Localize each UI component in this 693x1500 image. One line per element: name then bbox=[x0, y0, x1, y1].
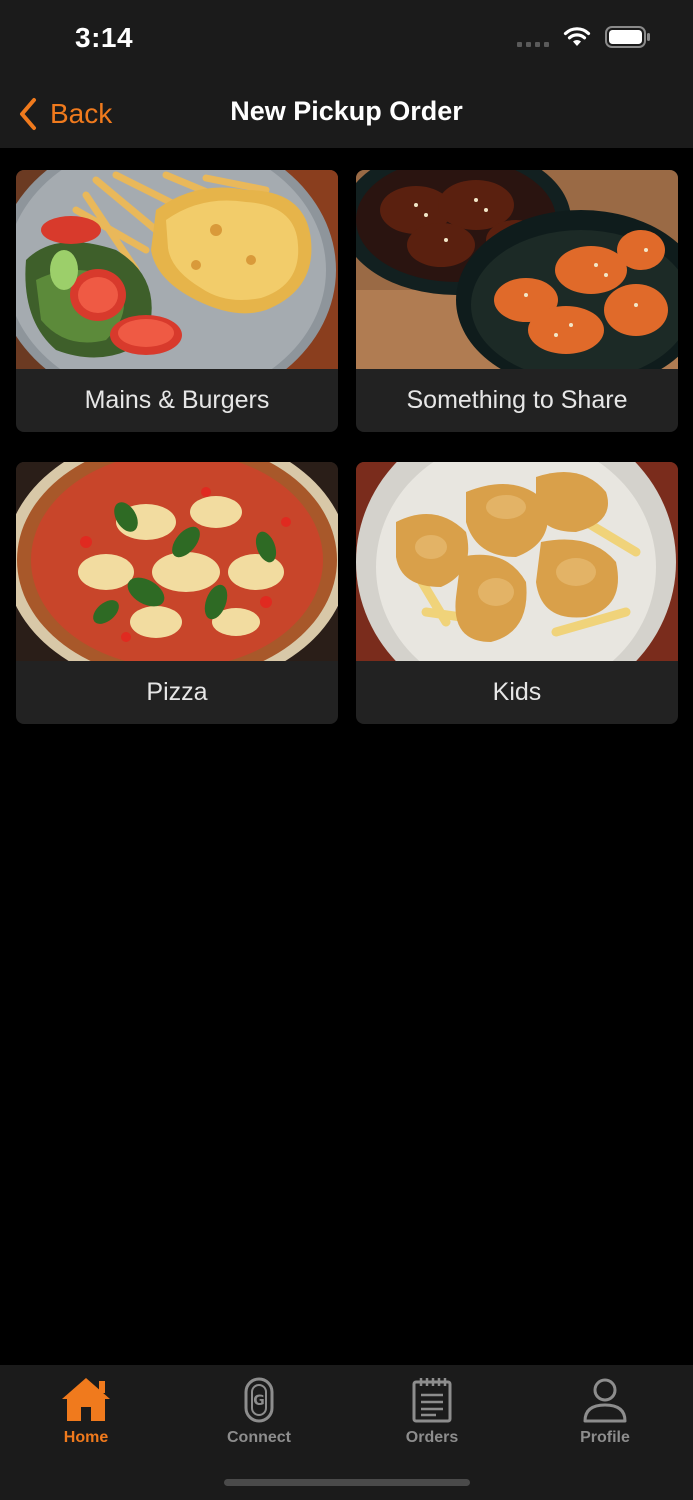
category-card-mains-burgers[interactable]: Mains & Burgers bbox=[16, 170, 338, 432]
margherita-pizza-photo bbox=[16, 462, 338, 661]
cellular-signal-icon bbox=[517, 27, 549, 47]
wifi-icon bbox=[563, 27, 591, 46]
home-icon bbox=[62, 1378, 110, 1421]
chicken-wings-baskets-photo bbox=[356, 170, 678, 369]
home-indicator bbox=[224, 1479, 470, 1486]
svg-text:G: G bbox=[253, 1393, 265, 1409]
category-label: Mains & Burgers bbox=[84, 386, 270, 414]
tab-label: Connect bbox=[227, 1429, 291, 1446]
status-bar: 3:14 bbox=[0, 0, 693, 80]
status-icons bbox=[517, 26, 651, 48]
status-time: 3:14 bbox=[75, 22, 134, 53]
connect-icon: G bbox=[244, 1377, 274, 1423]
category-label: Kids bbox=[492, 678, 542, 706]
category-card-kids[interactable]: Kids bbox=[356, 462, 678, 724]
schnitzel-salad-fries-photo bbox=[16, 170, 338, 369]
category-label: Something to Share bbox=[406, 386, 628, 414]
chicken-nuggets-fries-photo bbox=[356, 462, 678, 661]
category-grid: Mains & Burgers Something to Share Pizza… bbox=[16, 170, 678, 724]
tab-orders[interactable]: Orders bbox=[372, 1371, 492, 1447]
tab-label: Profile bbox=[580, 1429, 630, 1446]
page-title: New Pickup Order bbox=[230, 96, 463, 126]
navigation-bar: Back New Pickup Order bbox=[0, 80, 693, 148]
category-label: Pizza bbox=[146, 678, 208, 706]
category-card-something-to-share[interactable]: Something to Share bbox=[356, 170, 678, 432]
profile-icon bbox=[583, 1378, 627, 1423]
tab-label: Orders bbox=[405, 1429, 459, 1446]
tab-connect[interactable]: G Connect bbox=[199, 1371, 319, 1447]
tab-label: Home bbox=[63, 1429, 109, 1446]
battery-icon bbox=[605, 26, 650, 48]
tab-profile[interactable]: Profile bbox=[545, 1371, 665, 1447]
category-card-pizza[interactable]: Pizza bbox=[16, 462, 338, 724]
tab-home[interactable]: Home bbox=[26, 1371, 146, 1447]
orders-icon bbox=[412, 1378, 452, 1423]
